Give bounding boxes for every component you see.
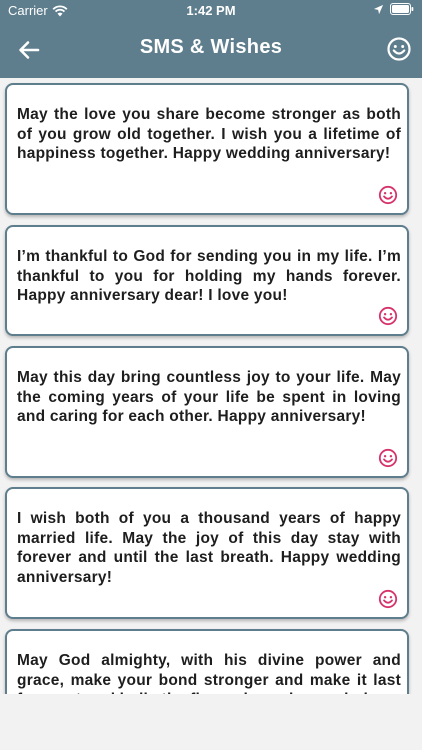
battery-icon xyxy=(390,3,414,15)
smiley-icon[interactable] xyxy=(378,306,398,326)
message-text: I wish both of you a thousand years of h… xyxy=(17,510,401,586)
messages-list[interactable]: May the love you share become stronger a… xyxy=(0,78,422,694)
bottom-blank-area xyxy=(0,694,422,750)
smiley-icon[interactable] xyxy=(378,589,398,609)
message-card[interactable]: I wish both of you a thousand years of h… xyxy=(5,487,409,619)
message-card[interactable]: I’m thankful to God for sending you in m… xyxy=(5,225,409,336)
app-header: Carrier 1:42 PM SMS & Wishes xyxy=(0,0,422,78)
smiley-icon[interactable] xyxy=(378,185,398,205)
message-text: May the love you share become stronger a… xyxy=(17,106,401,162)
location-icon xyxy=(373,4,384,14)
status-bar: Carrier 1:42 PM xyxy=(0,0,422,22)
message-card[interactable]: May this day bring countless joy to your… xyxy=(5,346,409,478)
message-text: May God almighty, with his divine power … xyxy=(17,652,401,694)
navigation-bar: SMS & Wishes xyxy=(0,22,422,78)
message-text: May this day bring countless joy to your… xyxy=(17,369,401,425)
smiley-icon[interactable] xyxy=(386,36,412,62)
smiley-icon[interactable] xyxy=(378,448,398,468)
message-card[interactable]: May the love you share become stronger a… xyxy=(5,83,409,215)
message-card[interactable]: May God almighty, with his divine power … xyxy=(5,629,409,694)
page-title: SMS & Wishes xyxy=(139,36,283,58)
status-right-icons xyxy=(373,3,414,15)
message-text: I’m thankful to God for sending you in m… xyxy=(17,248,401,304)
status-time: 1:42 PM xyxy=(186,3,236,18)
